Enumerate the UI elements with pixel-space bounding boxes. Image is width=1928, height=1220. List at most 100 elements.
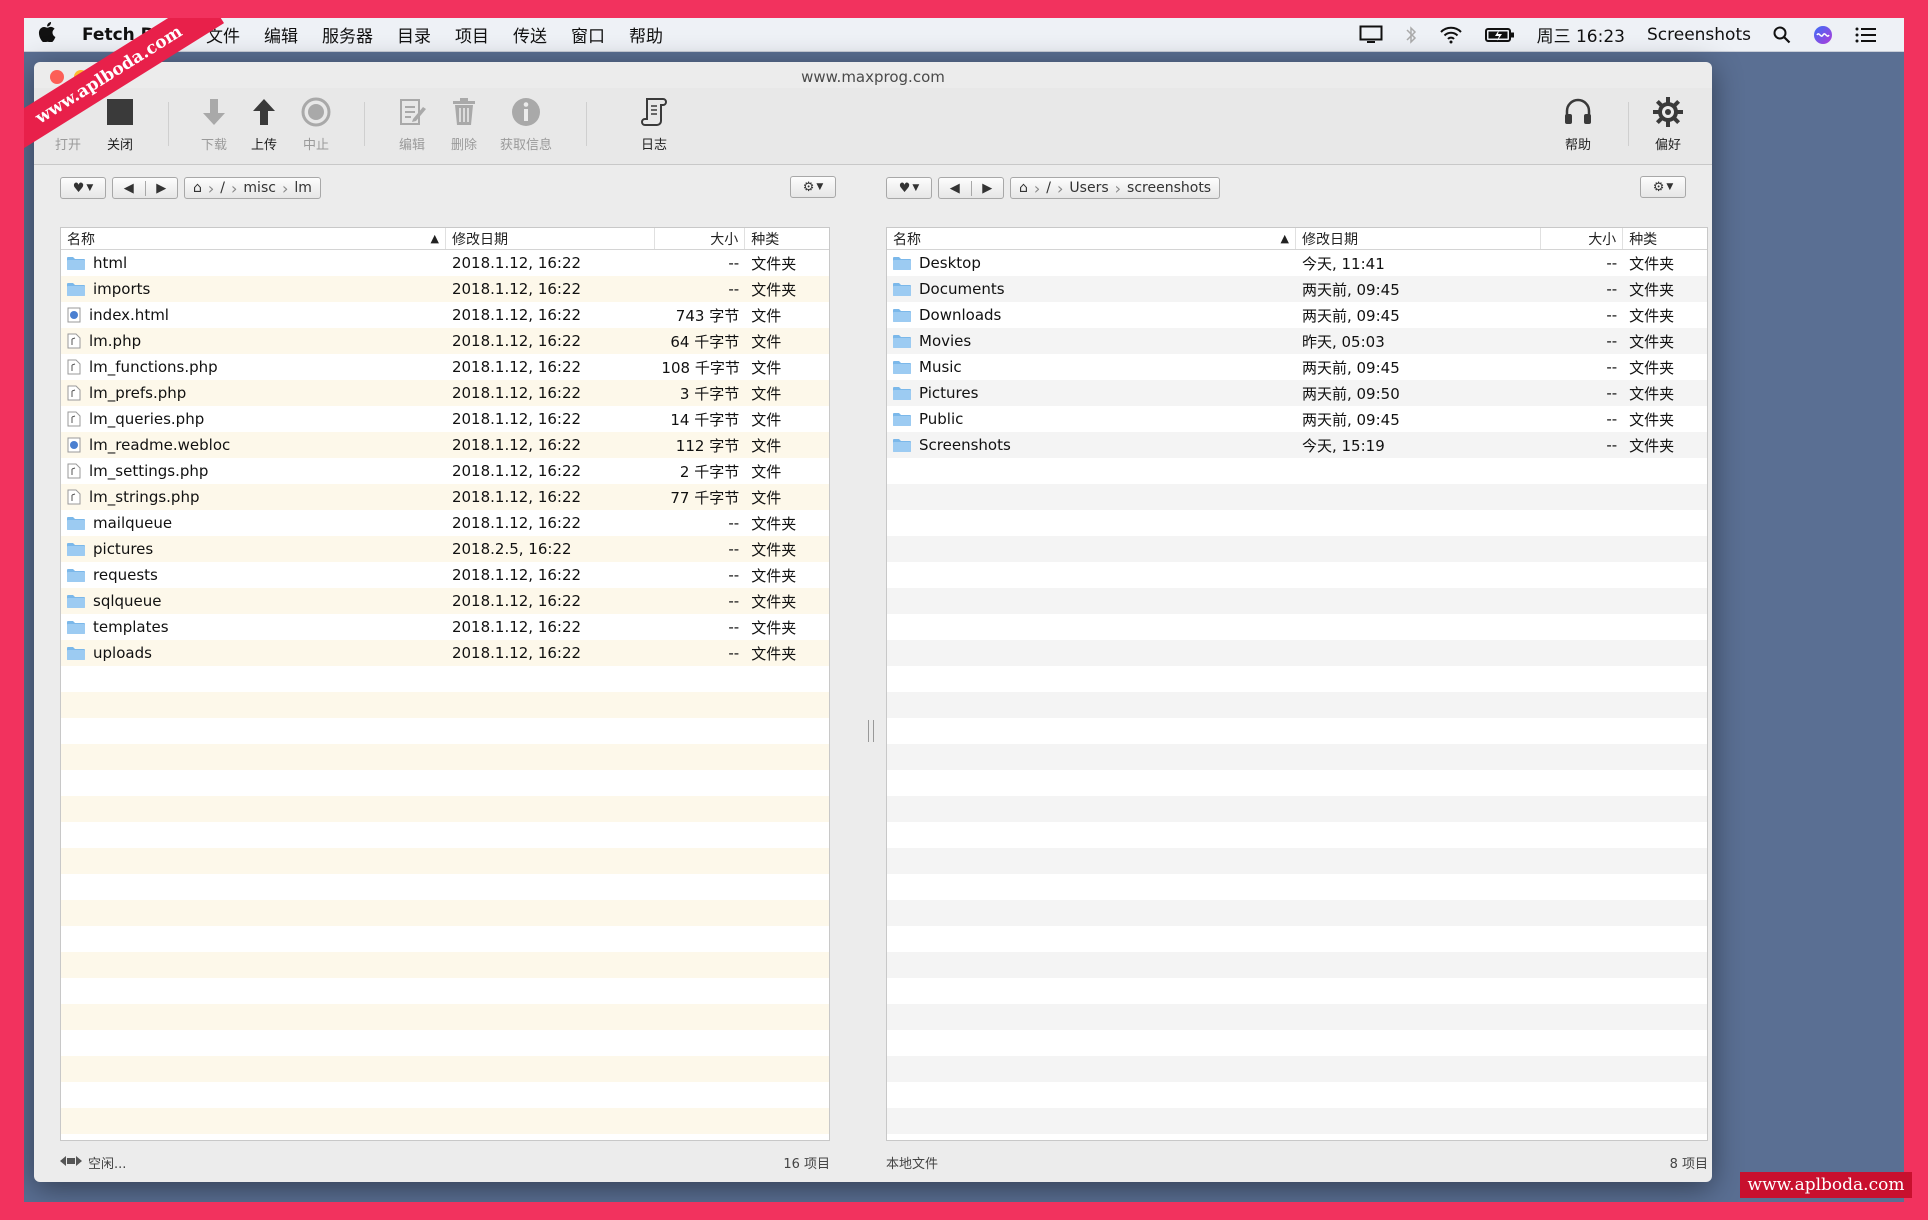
wifi-icon[interactable] [1428, 26, 1474, 44]
upload-arrow-icon [234, 90, 294, 134]
siri-icon[interactable] [1802, 25, 1844, 45]
menu-item-server[interactable]: 服务器 [310, 22, 385, 47]
delete-button[interactable]: 删除 [434, 90, 494, 153]
table-row[interactable]: templates 2018.1.12, 16:22 -- 文件夹 [61, 614, 829, 640]
file-date: 2018.1.12, 16:22 [451, 410, 582, 428]
left-crumb-lm[interactable]: lm [294, 180, 312, 196]
menu-item-help[interactable]: 帮助 [617, 22, 675, 47]
table-row[interactable]: lm_queries.php 2018.1.12, 16:22 14 千字节 文件 [61, 406, 829, 432]
upload-button[interactable]: 上传 [234, 90, 294, 153]
table-row[interactable]: html 2018.1.12, 16:22 -- 文件夹 [61, 250, 829, 276]
left-col-kind[interactable]: 种类 [745, 228, 829, 249]
gear-icon: ⚙ [802, 179, 815, 195]
edit-label: 编辑 [398, 138, 425, 153]
left-back-button[interactable]: ◀ [113, 180, 146, 196]
file-kind: 文件夹 [751, 592, 797, 611]
table-row[interactable]: lm_settings.php 2018.1.12, 16:22 2 千字节 文件 [61, 458, 829, 484]
empty-row [887, 952, 1707, 978]
right-col-date[interactable]: 修改日期 [1296, 228, 1542, 249]
right-crumb-screenshots[interactable]: screenshots [1127, 180, 1211, 196]
table-row[interactable]: imports 2018.1.12, 16:22 -- 文件夹 [61, 276, 829, 302]
file-size: -- [1606, 436, 1618, 454]
table-row[interactable]: pictures 2018.2.5, 16:22 -- 文件夹 [61, 536, 829, 562]
table-row[interactable]: lm.php 2018.1.12, 16:22 64 千字节 文件 [61, 328, 829, 354]
table-row[interactable]: Public 两天前, 09:45 -- 文件夹 [887, 406, 1707, 432]
file-date: 2018.1.12, 16:22 [451, 384, 582, 402]
log-button[interactable]: 日志 [624, 90, 684, 153]
left-col-date[interactable]: 修改日期 [446, 228, 656, 249]
file-size: -- [728, 618, 740, 636]
table-row[interactable]: Screenshots 今天, 15:19 -- 文件夹 [887, 432, 1707, 458]
file-date: 2018.1.12, 16:22 [451, 436, 582, 454]
left-col-size[interactable]: 大小 [655, 228, 746, 249]
right-forward-button[interactable]: ▶ [972, 181, 1004, 196]
menu-item-item[interactable]: 项目 [443, 22, 501, 47]
split-divider-handle[interactable] [868, 720, 874, 742]
file-size: -- [1606, 358, 1618, 376]
table-row[interactable]: uploads 2018.1.12, 16:22 -- 文件夹 [61, 640, 829, 666]
right-action-menu-button[interactable]: ⚙ ▼ [1640, 176, 1686, 198]
file-date: 2018.1.12, 16:22 [451, 514, 582, 532]
watermark-bottom-right: www.aplboda.com [1740, 1172, 1912, 1198]
left-action-menu-button[interactable]: ⚙ ▼ [790, 176, 836, 198]
help-button[interactable]: 帮助 [1548, 90, 1608, 153]
empty-row [61, 718, 829, 744]
menu-item-window[interactable]: 窗口 [559, 22, 617, 47]
table-row[interactable]: index.html 2018.1.12, 16:22 743 字节 文件 [61, 302, 829, 328]
table-row[interactable]: lm_prefs.php 2018.1.12, 16:22 3 千字节 文件 [61, 380, 829, 406]
menu-item-directory[interactable]: 目录 [385, 22, 443, 47]
table-row[interactable]: Music 两天前, 09:45 -- 文件夹 [887, 354, 1707, 380]
left-col-name[interactable]: 名称 ▲ [61, 228, 446, 249]
preferences-button[interactable]: 偏好 [1638, 90, 1698, 153]
apple-menu-icon[interactable] [24, 21, 70, 48]
notification-center-icon[interactable] [1844, 27, 1888, 43]
stop-button[interactable]: 中止 [286, 90, 346, 153]
row-name-cell: lm_queries.php [61, 410, 446, 428]
folder-icon [67, 594, 85, 608]
file-size: -- [1606, 410, 1618, 428]
right-col-size[interactable]: 大小 [1541, 228, 1624, 249]
right-col-kind[interactable]: 种类 [1623, 228, 1707, 249]
table-row[interactable]: mailqueue 2018.1.12, 16:22 -- 文件夹 [61, 510, 829, 536]
home-icon[interactable]: ⌂ [193, 180, 202, 196]
close-label: 关闭 [106, 138, 133, 153]
table-row[interactable]: sqlqueue 2018.1.12, 16:22 -- 文件夹 [61, 588, 829, 614]
menu-screenshots[interactable]: Screenshots [1636, 25, 1762, 45]
empty-row [61, 666, 829, 692]
table-row[interactable]: Downloads 两天前, 09:45 -- 文件夹 [887, 302, 1707, 328]
table-row[interactable]: Documents 两天前, 09:45 -- 文件夹 [887, 276, 1707, 302]
menu-clock[interactable]: 周三 16:23 [1526, 22, 1636, 47]
table-row[interactable]: lm_readme.webloc 2018.1.12, 16:22 112 字节 文件 [61, 432, 829, 458]
table-row[interactable]: lm_strings.php 2018.1.12, 16:22 77 千字节 文件 [61, 484, 829, 510]
home-icon[interactable]: ⌂ [1019, 180, 1028, 196]
edit-button[interactable]: 编辑 [382, 90, 442, 153]
left-crumb-root[interactable]: / [220, 180, 225, 196]
bluetooth-icon[interactable] [1394, 25, 1428, 45]
right-favorites-button[interactable]: ♥ ▼ [886, 177, 932, 199]
window-close-button[interactable] [50, 70, 64, 84]
table-row[interactable]: Desktop 今天, 11:41 -- 文件夹 [887, 250, 1707, 276]
folder-icon [67, 568, 85, 582]
table-row[interactable]: lm_functions.php 2018.1.12, 16:22 108 千字节文… [61, 354, 829, 380]
right-crumb-users[interactable]: Users [1069, 180, 1108, 196]
table-row[interactable]: Pictures 两天前, 09:50 -- 文件夹 [887, 380, 1707, 406]
right-crumb-root[interactable]: / [1046, 180, 1051, 196]
file-name: Desktop [919, 254, 981, 272]
right-col-name[interactable]: 名称 ▲ [887, 228, 1296, 249]
table-row[interactable]: Movies 昨天, 05:03 -- 文件夹 [887, 328, 1707, 354]
left-crumb-misc[interactable]: misc [243, 180, 276, 196]
display-icon[interactable] [1348, 25, 1394, 45]
menu-item-edit[interactable]: 编辑 [252, 22, 310, 47]
left-favorites-button[interactable]: ♥ ▼ [60, 177, 106, 199]
right-item-count: 8 项目 [1669, 1157, 1708, 1172]
battery-icon[interactable] [1474, 27, 1526, 43]
folder-icon [893, 334, 911, 348]
file-kind: 文件夹 [1629, 280, 1675, 299]
table-row[interactable]: requests 2018.1.12, 16:22 -- 文件夹 [61, 562, 829, 588]
spotlight-search-icon[interactable] [1762, 26, 1802, 44]
left-forward-button[interactable]: ▶ [146, 181, 178, 196]
right-back-button[interactable]: ◀ [939, 180, 972, 196]
row-name-cell: lm_functions.php [61, 358, 446, 376]
menu-item-transfer[interactable]: 传送 [501, 22, 559, 47]
get-info-button[interactable]: 获取信息 [486, 90, 566, 153]
